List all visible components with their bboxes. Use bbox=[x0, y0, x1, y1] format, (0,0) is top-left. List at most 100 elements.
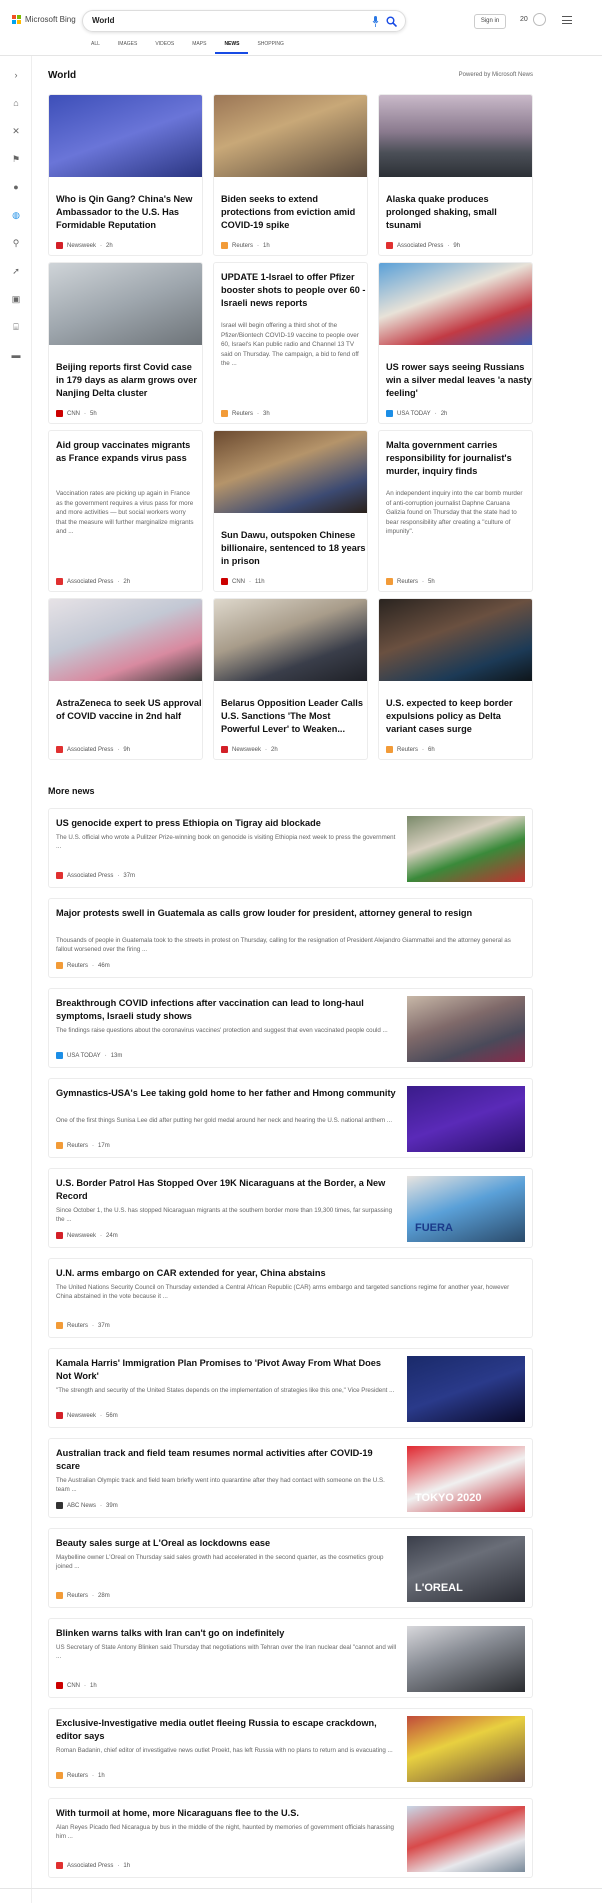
more-news-image[interactable] bbox=[407, 1356, 525, 1422]
news-card-title[interactable]: Biden seeks to extend protections from e… bbox=[221, 193, 367, 232]
news-card-title[interactable]: Aid group vaccinates migrants as France … bbox=[56, 439, 202, 465]
more-news-item[interactable]: U.S. Border Patrol Has Stopped Over 19K … bbox=[48, 1168, 533, 1248]
news-card[interactable]: U.S. expected to keep border expulsions … bbox=[378, 598, 533, 760]
news-card[interactable]: Biden seeks to extend protections from e… bbox=[213, 94, 368, 256]
news-card-source[interactable]: CNN · 11h bbox=[221, 578, 265, 585]
more-news-image[interactable] bbox=[407, 1086, 525, 1152]
news-card-title[interactable]: US rower says seeing Russians win a silv… bbox=[386, 361, 532, 400]
more-news-image[interactable] bbox=[407, 996, 525, 1062]
more-news-item[interactable]: With turmoil at home, more Nicaraguans f… bbox=[48, 1798, 533, 1878]
more-news-title[interactable]: Blinken warns talks with Iran can't go o… bbox=[56, 1627, 398, 1640]
more-news-source[interactable]: Newsweek · 56m bbox=[56, 1412, 118, 1419]
news-card-source[interactable]: Newsweek · 2h bbox=[221, 746, 278, 753]
more-news-source[interactable]: Associated Press · 1h bbox=[56, 1862, 130, 1869]
news-card-source[interactable]: Reuters · 6h bbox=[386, 746, 435, 753]
more-news-image[interactable]: L'OREAL bbox=[407, 1536, 525, 1602]
news-card-image[interactable] bbox=[379, 263, 532, 345]
money-icon[interactable]: ▬ bbox=[11, 350, 21, 360]
microscope-icon[interactable]: ⚲ bbox=[11, 238, 21, 248]
more-news-item[interactable]: Beauty sales surge at L'Oreal as lockdow… bbox=[48, 1528, 533, 1608]
news-card[interactable]: Sun Dawu, outspoken Chinese billionaire,… bbox=[213, 430, 368, 592]
more-news-source[interactable]: Newsweek · 24m bbox=[56, 1232, 118, 1239]
rocket-icon[interactable]: ➚ bbox=[11, 266, 21, 276]
news-card-source[interactable]: CNN · 5h bbox=[56, 410, 97, 417]
news-card-title[interactable]: Sun Dawu, outspoken Chinese billionaire,… bbox=[221, 529, 367, 568]
powered-by[interactable]: Powered by Microsoft News bbox=[459, 72, 533, 78]
news-card-title[interactable]: Alaska quake produces prolonged shaking,… bbox=[386, 193, 532, 232]
more-news-source[interactable]: CNN · 1h bbox=[56, 1682, 97, 1689]
tab-shopping[interactable]: SHOPPING bbox=[248, 41, 292, 54]
expand-chevron-icon[interactable]: › bbox=[11, 70, 21, 80]
more-news-title[interactable]: U.N. arms embargo on CAR extended for ye… bbox=[56, 1267, 526, 1280]
news-card[interactable]: Aid group vaccinates migrants as France … bbox=[48, 430, 203, 592]
news-card-title[interactable]: Beijing reports first Covid case in 179 … bbox=[56, 361, 202, 400]
more-news-title[interactable]: Beauty sales surge at L'Oreal as lockdow… bbox=[56, 1537, 398, 1550]
tab-videos[interactable]: VIDEOS bbox=[146, 41, 183, 54]
news-card[interactable]: AstraZeneca to seek US approval of COVID… bbox=[48, 598, 203, 760]
more-news-source[interactable]: Associated Press · 37m bbox=[56, 872, 135, 879]
more-news-title[interactable]: Breakthrough COVID infections after vacc… bbox=[56, 997, 398, 1023]
more-news-title[interactable]: Australian track and field team resumes … bbox=[56, 1447, 398, 1473]
microphone-icon[interactable] bbox=[372, 16, 379, 27]
more-news-source[interactable]: Reuters · 37m bbox=[56, 1322, 110, 1329]
bank-icon[interactable]: ⌸ bbox=[11, 322, 21, 332]
crossed-tools-icon[interactable]: ✕ bbox=[11, 126, 21, 136]
more-news-source[interactable]: Reuters · 28m bbox=[56, 1592, 110, 1599]
tab-news[interactable]: NEWS bbox=[215, 41, 249, 54]
film-icon[interactable]: ▣ bbox=[11, 294, 21, 304]
news-card[interactable]: Beijing reports first Covid case in 179 … bbox=[48, 262, 203, 424]
tab-all[interactable]: ALL bbox=[82, 41, 109, 54]
more-news-title[interactable]: Kamala Harris' Immigration Plan Promises… bbox=[56, 1357, 398, 1383]
news-card[interactable]: Alaska quake produces prolonged shaking,… bbox=[378, 94, 533, 256]
news-card-source[interactable]: Reuters · 3h bbox=[221, 410, 270, 417]
more-news-item[interactable]: Blinken warns talks with Iran can't go o… bbox=[48, 1618, 533, 1698]
news-card-image[interactable] bbox=[214, 431, 367, 513]
more-news-source[interactable]: Reuters · 17m bbox=[56, 1142, 110, 1149]
news-card-source[interactable]: Associated Press · 2h bbox=[56, 578, 130, 585]
bing-logo[interactable]: Microsoft Bing bbox=[12, 15, 76, 24]
news-card-title[interactable]: UPDATE 1-Israel to offer Pfizer booster … bbox=[221, 271, 367, 310]
more-news-image[interactable]: TOKYO 2020 bbox=[407, 1446, 525, 1512]
globe-icon[interactable]: ◍ bbox=[11, 210, 21, 220]
more-news-item[interactable]: Australian track and field team resumes … bbox=[48, 1438, 533, 1518]
search-box[interactable]: World bbox=[82, 10, 406, 32]
sign-in-button[interactable]: Sign in bbox=[474, 14, 506, 29]
tab-maps[interactable]: MAPS bbox=[183, 41, 215, 54]
more-news-image[interactable] bbox=[407, 816, 525, 882]
more-news-source[interactable]: Reuters · 1h bbox=[56, 1772, 105, 1779]
news-card-image[interactable] bbox=[49, 263, 202, 345]
news-card-image[interactable] bbox=[214, 95, 367, 177]
more-news-source[interactable]: ABC News · 39m bbox=[56, 1502, 118, 1509]
news-card-image[interactable] bbox=[379, 95, 532, 177]
more-news-item[interactable]: U.N. arms embargo on CAR extended for ye… bbox=[48, 1258, 533, 1338]
news-card-title[interactable]: Malta government carries responsibility … bbox=[386, 439, 532, 478]
search-icon[interactable] bbox=[386, 16, 397, 27]
news-card[interactable]: Belarus Opposition Leader Calls U.S. San… bbox=[213, 598, 368, 760]
more-news-item[interactable]: Gymnastics-USA's Lee taking gold home to… bbox=[48, 1078, 533, 1158]
news-card[interactable]: UPDATE 1-Israel to offer Pfizer booster … bbox=[213, 262, 368, 424]
more-news-image[interactable]: FUERA bbox=[407, 1176, 525, 1242]
home-icon[interactable]: ⌂ bbox=[11, 98, 21, 108]
news-card-source[interactable]: Associated Press · 9h bbox=[56, 746, 130, 753]
flag-icon[interactable]: ⚑ bbox=[11, 154, 21, 164]
news-card-image[interactable] bbox=[214, 599, 367, 681]
more-news-title[interactable]: US genocide expert to press Ethiopia on … bbox=[56, 817, 398, 830]
news-card-title[interactable]: Belarus Opposition Leader Calls U.S. San… bbox=[221, 697, 367, 736]
news-card-title[interactable]: AstraZeneca to seek US approval of COVID… bbox=[56, 697, 202, 723]
more-news-item[interactable]: Kamala Harris' Immigration Plan Promises… bbox=[48, 1348, 533, 1428]
more-news-title[interactable]: U.S. Border Patrol Has Stopped Over 19K … bbox=[56, 1177, 398, 1203]
more-news-title[interactable]: Exclusive-Investigative media outlet fle… bbox=[56, 1717, 398, 1743]
location-pin-icon[interactable]: ● bbox=[11, 182, 21, 192]
news-card-image[interactable] bbox=[49, 599, 202, 681]
news-card-source[interactable]: Associated Press · 9h bbox=[386, 242, 460, 249]
search-input[interactable]: World bbox=[92, 16, 115, 25]
more-news-source[interactable]: Reuters · 46m bbox=[56, 962, 110, 969]
rewards-trophy-icon[interactable] bbox=[533, 13, 546, 26]
news-card-source[interactable]: Reuters · 5h bbox=[386, 578, 435, 585]
news-card-title[interactable]: U.S. expected to keep border expulsions … bbox=[386, 697, 532, 736]
more-news-image[interactable] bbox=[407, 1806, 525, 1872]
news-card-title[interactable]: Who is Qin Gang? China's New Ambassador … bbox=[56, 193, 202, 232]
news-card[interactable]: US rower says seeing Russians win a silv… bbox=[378, 262, 533, 424]
more-news-item[interactable]: Major protests swell in Guatemala as cal… bbox=[48, 898, 533, 978]
news-card-source[interactable]: Reuters · 1h bbox=[221, 242, 270, 249]
